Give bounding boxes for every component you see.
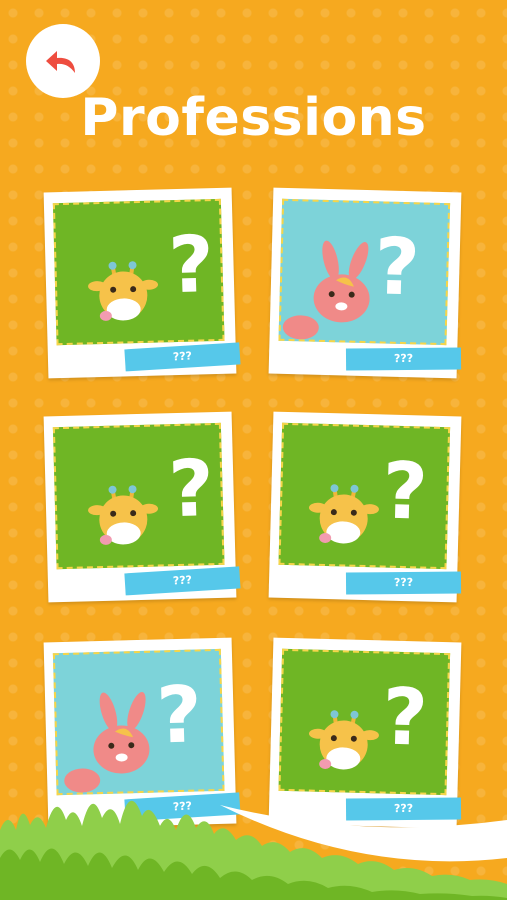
giraffe-icon: [88, 485, 159, 545]
page-title: Professions: [80, 88, 427, 148]
profession-card-4[interactable]: ? ???: [268, 411, 462, 603]
profession-card-1[interactable]: ? ???: [43, 187, 241, 379]
question-mark-icon: ?: [155, 670, 203, 761]
question-mark-icon: ?: [167, 444, 215, 535]
profession-card-2[interactable]: ? ???: [268, 187, 462, 379]
svg-text:?: ?: [373, 222, 421, 313]
question-mark-icon: ?: [381, 446, 429, 537]
bunny-icon: [282, 240, 370, 340]
card-photo: ?: [52, 422, 225, 570]
card-photo: ?: [278, 648, 451, 796]
grass-decoration: [0, 800, 507, 900]
card-photo: ?: [278, 198, 451, 346]
svg-text:?: ?: [155, 670, 203, 761]
card-photo: ?: [52, 198, 225, 346]
back-button[interactable]: [26, 24, 100, 98]
giraffe-icon: [308, 710, 379, 770]
svg-text:?: ?: [381, 446, 429, 537]
card-photo: ?: [52, 648, 225, 796]
question-mark-icon: ?: [381, 672, 429, 763]
bunny-icon: [64, 691, 150, 793]
svg-text:?: ?: [167, 220, 215, 311]
card-label: ???: [345, 347, 462, 371]
svg-text:?: ?: [167, 444, 215, 535]
question-mark-icon: ?: [167, 220, 215, 311]
card-label: ???: [124, 566, 241, 596]
card-label: ???: [124, 342, 241, 372]
question-mark-icon: ?: [373, 222, 421, 313]
svg-text:?: ?: [381, 672, 429, 763]
card-label: ???: [345, 571, 462, 595]
giraffe-icon: [88, 261, 159, 321]
back-arrow-icon: [46, 51, 75, 73]
card-photo: ?: [278, 422, 451, 570]
giraffe-icon: [308, 484, 379, 544]
profession-card-3[interactable]: ? ???: [43, 411, 241, 603]
